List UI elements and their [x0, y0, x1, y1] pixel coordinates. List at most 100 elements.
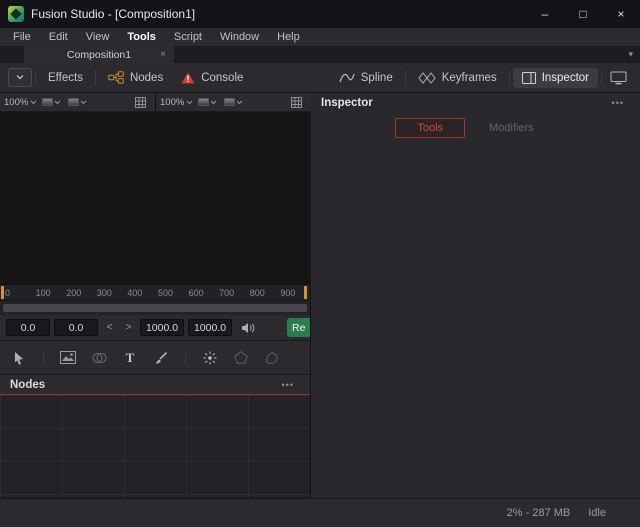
viewer-left-layout-grid-button[interactable] [130, 94, 151, 111]
inspector-button[interactable]: Inspector [512, 67, 598, 88]
speaker-icon [241, 322, 255, 334]
bspline-mask-tool-button[interactable] [262, 348, 282, 368]
inspector-options-button[interactable]: ••• [606, 97, 630, 109]
ui-layout-picker-button[interactable] [8, 68, 32, 87]
nodes-panel-header: Nodes ••• [0, 375, 310, 395]
current-frame-field[interactable] [54, 319, 98, 336]
loader-tool-button[interactable] [58, 348, 78, 368]
viewer-left-lut-dropdown[interactable] [66, 97, 89, 107]
spline-button[interactable]: Spline [330, 68, 402, 88]
tick-label: 800 [249, 287, 265, 298]
tab-composition1[interactable]: Composition1 × [24, 46, 174, 63]
nodes-button[interactable]: Nodes [99, 67, 172, 88]
console-button[interactable]: Console [172, 68, 252, 88]
grid-icon [135, 96, 146, 108]
effects-button[interactable]: Effects [39, 68, 92, 88]
merge-tool-button[interactable] [89, 348, 109, 368]
timeline-ruler[interactable]: 0 100 200 300 400 500 600 700 800 900 [0, 285, 310, 301]
step-forward-button[interactable]: > [121, 319, 136, 336]
memory-usage-text: 2% - 287 MB [506, 507, 571, 519]
console-button-label: Console [201, 71, 244, 84]
toolbar-separator [404, 70, 406, 85]
image-loader-icon [60, 351, 76, 364]
viewer-left-zoom-dropdown[interactable]: 100% [4, 97, 37, 108]
viewer-right-lut-dropdown[interactable] [222, 97, 245, 107]
chevron-down-icon [186, 100, 193, 105]
tick-label: 600 [188, 287, 204, 298]
maximize-button[interactable]: □ [564, 0, 602, 28]
warning-triangle-icon [181, 72, 195, 84]
zoom-value: 100% [4, 96, 29, 108]
tick-label: 0 [5, 287, 11, 298]
nodes-button-label: Nodes [129, 71, 164, 84]
viewer-right: 100% [156, 93, 311, 285]
menu-view[interactable]: View [77, 28, 119, 46]
viewer-right-channel-dropdown[interactable] [196, 97, 219, 107]
text-tool-icon: T [125, 349, 135, 365]
menu-window[interactable]: Window [211, 28, 268, 46]
viewer-left-channel-dropdown[interactable] [40, 97, 63, 107]
render-range-end-marker[interactable] [304, 286, 307, 299]
toolbar-separator [94, 70, 96, 85]
nodes-panel-options-button[interactable]: ••• [276, 379, 300, 391]
tick-label: 400 [127, 287, 143, 298]
tick-label: 300 [96, 287, 112, 298]
toolbar-separator [601, 70, 602, 85]
tab-close-icon[interactable]: × [160, 49, 166, 60]
grid-icon [291, 96, 302, 108]
range-in-field[interactable] [6, 319, 50, 336]
chevron-down-icon [30, 100, 37, 105]
viewer-right-layout-grid-button[interactable] [286, 94, 307, 111]
viewer-right-controls: 100% [156, 93, 311, 112]
polygon-mask-tool-button[interactable] [231, 348, 251, 368]
minimize-button[interactable]: – [526, 0, 564, 28]
nodes-panel-title: Nodes [10, 378, 46, 391]
tab-overflow-icon[interactable]: ▾ [628, 46, 640, 63]
menu-script[interactable]: Script [165, 28, 211, 46]
title-bar: Fusion Studio - [Composition1] – □ × [0, 0, 640, 28]
status-state-text: Idle [588, 507, 606, 519]
toolbar-separator [35, 70, 36, 85]
timeline-scrollbar-track [0, 301, 310, 315]
pointer-tool-button[interactable] [9, 348, 29, 368]
viewer-left: 100% [0, 93, 156, 285]
viewer-left-canvas[interactable] [0, 112, 155, 285]
render-range-start-marker[interactable] [1, 286, 4, 299]
clean-feed-monitor-button[interactable] [605, 68, 632, 88]
keyframes-button[interactable]: Keyframes [409, 68, 506, 88]
menu-tools[interactable]: Tools [118, 28, 165, 46]
tick-label: 200 [66, 287, 82, 298]
menu-help[interactable]: Help [268, 28, 309, 46]
spline-button-label: Spline [360, 71, 393, 84]
text-tool-button[interactable]: T [120, 348, 140, 368]
viewer-right-zoom-dropdown[interactable]: 100% [160, 97, 193, 108]
particles-icon [203, 351, 217, 365]
tool-shelf-separator [43, 350, 44, 365]
toolbar-separator [508, 70, 510, 85]
menu-edit[interactable]: Edit [40, 28, 77, 46]
particles-tool-button[interactable] [200, 348, 220, 368]
render-button[interactable]: Re [287, 318, 310, 337]
close-button[interactable]: × [602, 0, 640, 28]
audio-mute-button[interactable] [239, 322, 257, 334]
node-editor-canvas[interactable] [0, 395, 310, 498]
viewer-right-canvas[interactable] [156, 112, 311, 285]
lut-swatch-icon [224, 98, 236, 106]
window-title: Fusion Studio - [Composition1] [31, 7, 196, 21]
range-out-field[interactable] [140, 319, 184, 336]
tab-modifiers[interactable]: Modifiers [467, 118, 556, 138]
paint-tool-button[interactable] [151, 348, 171, 368]
main-area: 100% 100% 0 100 200 300 400 500 600 700 … [0, 93, 640, 498]
timeline-scrollbar-thumb[interactable] [3, 304, 307, 312]
step-back-button[interactable]: < [102, 319, 117, 336]
viewer-left-controls: 100% [0, 93, 155, 112]
status-bar: 2% - 287 MB Idle [0, 498, 640, 527]
inspector-button-label: Inspector [541, 71, 589, 84]
tick-label: 700 [219, 287, 235, 298]
menu-file[interactable]: File [4, 28, 40, 46]
tab-tools[interactable]: Tools [395, 118, 466, 138]
duration-field[interactable] [188, 319, 232, 336]
merge-icon [92, 352, 107, 364]
transport-controls: < > Re [0, 315, 310, 341]
inspector-title: Inspector [321, 97, 373, 109]
